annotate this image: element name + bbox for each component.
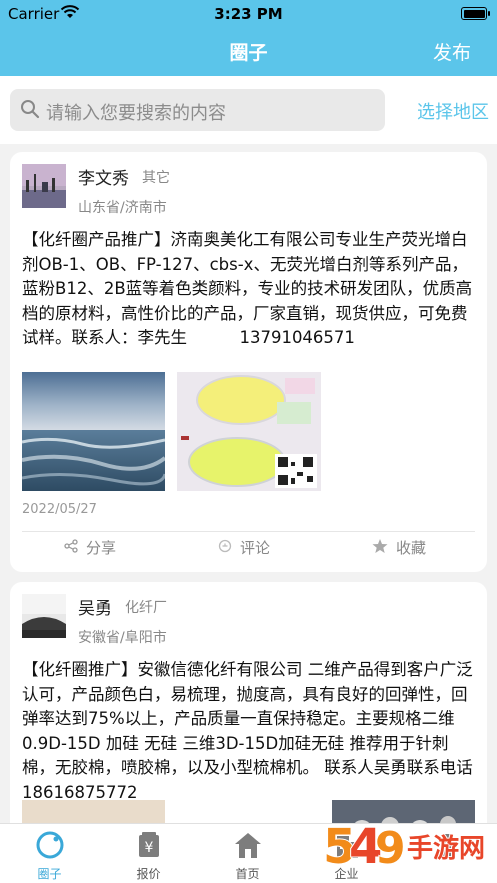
user-location: 安徽省/阜阳市: [78, 630, 167, 646]
user-location: 山东省/济南市: [78, 200, 167, 216]
favorite-button[interactable]: 收藏: [372, 537, 426, 558]
svg-text:手游网: 手游网: [407, 834, 485, 864]
search-placeholder: 请输入您要搜索的内容: [46, 103, 226, 124]
status-time: 3:23 PM: [214, 5, 283, 23]
user-tag: 其它: [142, 170, 170, 186]
publish-button[interactable]: 发布: [433, 38, 471, 65]
nav-bar: 圈子 发布: [0, 28, 497, 76]
share-button[interactable]: 分享: [64, 537, 116, 558]
favorite-label: 收藏: [396, 539, 427, 557]
battery-icon: [461, 7, 487, 20]
post-text: 【化纤圈推广】安徽信德化纤有限公司 二维产品得到客户广泛认可，产品颜色白，易梳理…: [22, 660, 473, 802]
tab-label: 报价: [136, 867, 161, 881]
search-row: 请输入您要搜索的内容 选择地区: [0, 76, 497, 144]
search-input[interactable]: 请输入您要搜索的内容: [10, 89, 385, 131]
avatar[interactable]: [22, 594, 66, 638]
page-title: 圈子: [229, 42, 268, 64]
comment-button[interactable]: 评论: [218, 537, 270, 558]
product-photo[interactable]: [177, 372, 321, 491]
divider: [22, 531, 475, 532]
share-icon: [64, 538, 78, 557]
watermark-logo: 5 4 9 手游网: [322, 817, 493, 877]
status-bar: Carrier 3:23 PM: [0, 0, 497, 28]
select-region-button[interactable]: 选择地区: [417, 98, 489, 124]
tab-label: 圈子: [37, 867, 62, 881]
price-icon: ¥: [134, 830, 164, 860]
post-card[interactable]: 李文秀 其它 山东省/济南市 【化纤圈产品推广】济南奥美化工有限公司专业生产荧光…: [10, 152, 487, 572]
circle-icon: [35, 830, 65, 860]
tab-label: 首页: [235, 867, 260, 881]
user-name[interactable]: 吴勇: [78, 594, 112, 619]
post-card[interactable]: 吴勇 化纤厂 安徽省/阜阳市 【化纤圈推广】安徽信德化纤有限公司 二维产品得到客…: [10, 582, 487, 842]
user-name[interactable]: 李文秀: [78, 164, 129, 189]
user-tag: 化纤厂: [125, 600, 167, 616]
search-icon: [20, 99, 40, 123]
svg-text:¥: ¥: [145, 840, 154, 856]
tab-home[interactable]: 首页: [198, 824, 297, 883]
post-text: 【化纤圈产品推广】济南奥美化工有限公司专业生产荧光增白剂OB-1、OB、FP-1…: [22, 230, 473, 347]
svg-text:9: 9: [375, 823, 406, 873]
comment-icon: [218, 539, 232, 557]
tab-price[interactable]: ¥ 报价: [99, 824, 198, 883]
post-date: 2022/05/27: [22, 502, 97, 517]
share-label: 分享: [86, 539, 117, 557]
tab-circle[interactable]: 圈子: [0, 824, 99, 883]
avatar[interactable]: [22, 164, 66, 208]
comment-label: 评论: [240, 539, 271, 557]
post-photo[interactable]: [22, 372, 165, 491]
home-icon: [233, 830, 263, 860]
star-icon: [372, 538, 388, 558]
